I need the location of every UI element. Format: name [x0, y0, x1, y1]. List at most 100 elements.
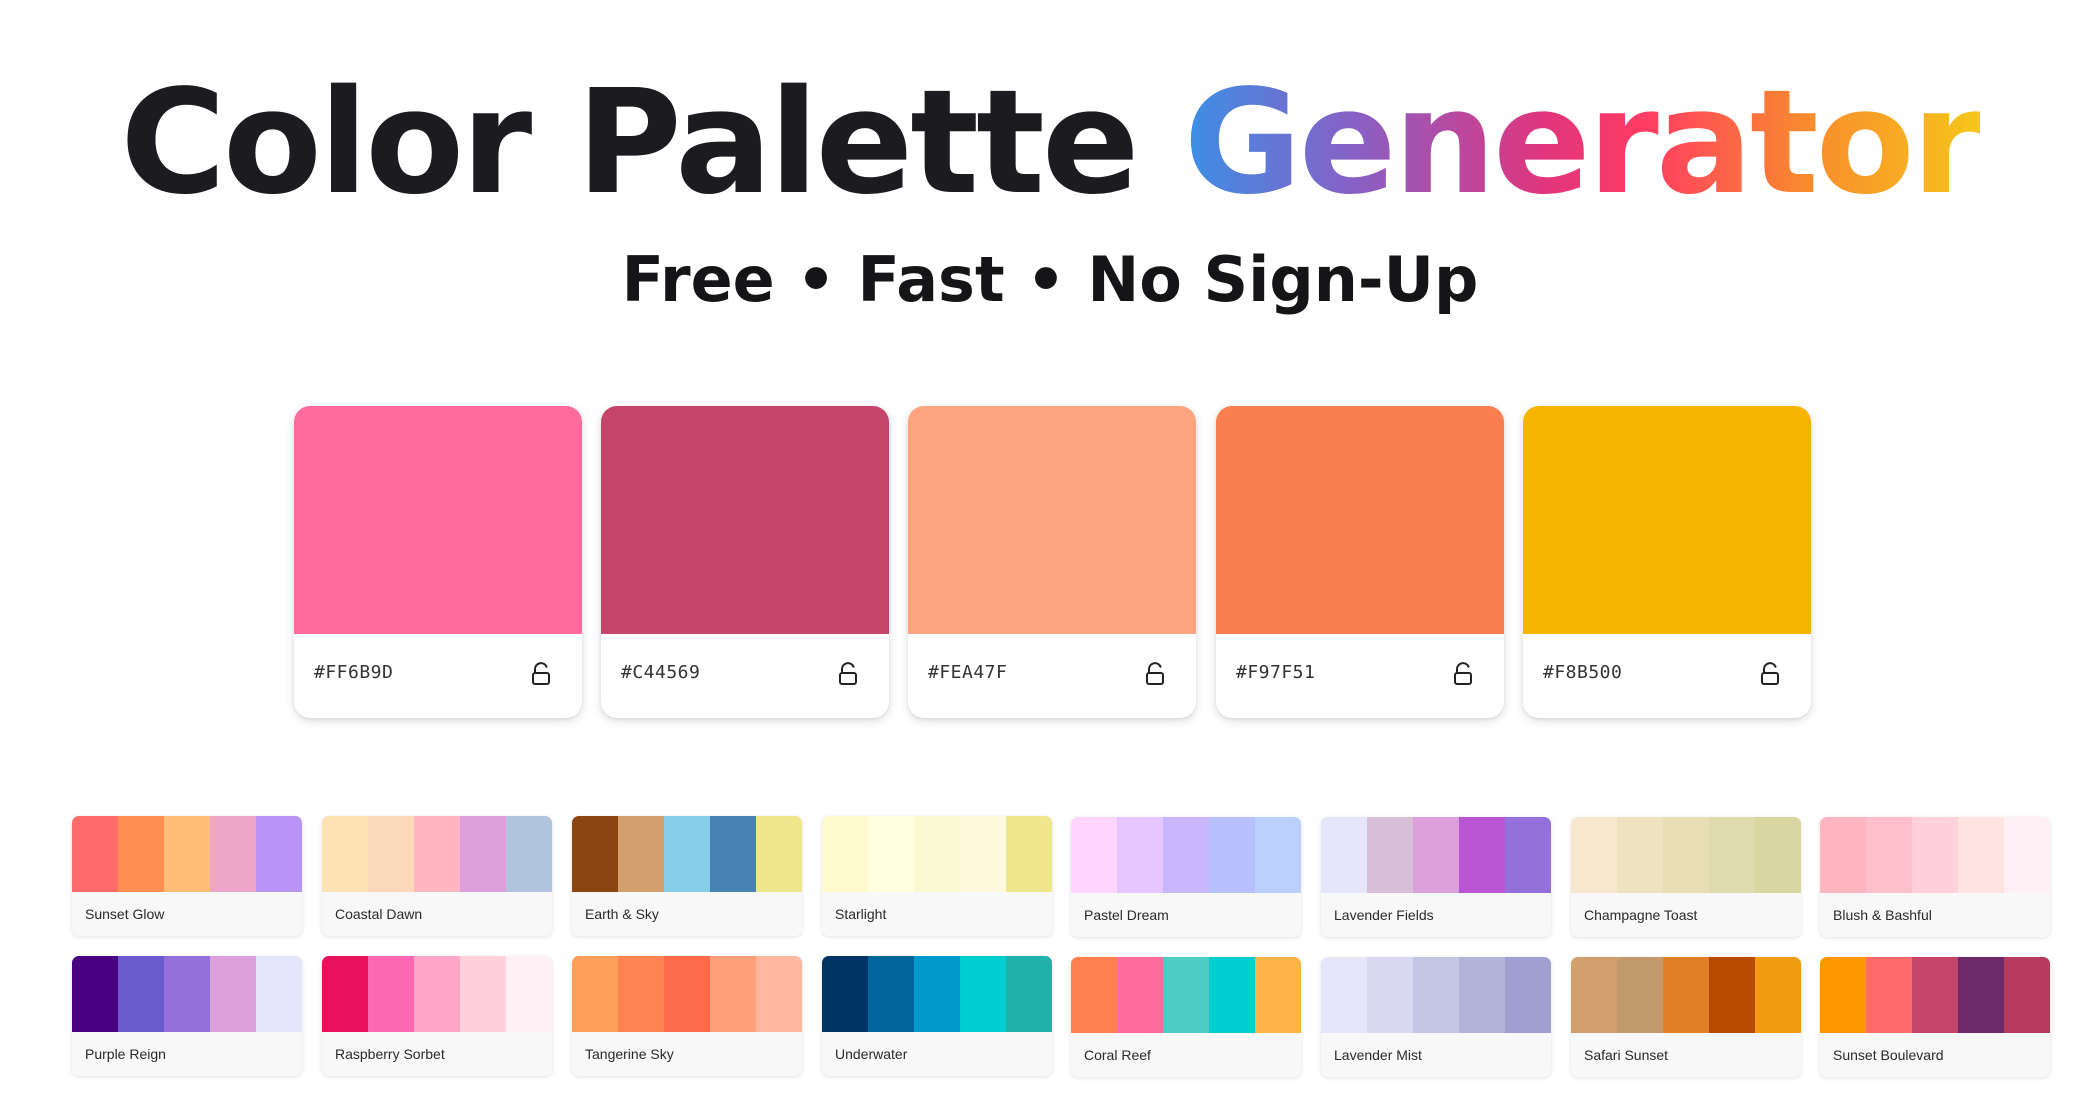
swatch-color[interactable]	[601, 406, 889, 634]
preset-color-chip	[256, 956, 302, 1032]
preset-color-chip	[1866, 817, 1912, 893]
swatch-hex-code[interactable]: #C44569	[621, 662, 700, 683]
unlocked-padlock-icon[interactable]	[837, 662, 859, 686]
preset-card[interactable]: Lavender Fields	[1321, 817, 1551, 937]
preset-color-chip	[1617, 957, 1663, 1033]
preset-card[interactable]: Tangerine Sky	[572, 956, 802, 1076]
preset-color-strip	[1321, 817, 1551, 893]
preset-color-chip	[118, 956, 164, 1032]
preset-color-strip	[1071, 957, 1301, 1033]
preset-name: Lavender Fields	[1334, 907, 1434, 923]
unlocked-padlock-icon[interactable]	[530, 662, 552, 686]
preset-card[interactable]: Earth & Sky	[572, 816, 802, 936]
preset-color-chip	[414, 956, 460, 1032]
preset-card[interactable]: Coastal Dawn	[322, 816, 552, 936]
preset-color-chip	[1255, 817, 1301, 893]
preset-color-chip	[506, 956, 552, 1032]
preset-color-strip	[72, 816, 302, 892]
preset-color-chip	[1571, 817, 1617, 893]
preset-color-chip	[1709, 957, 1755, 1033]
swatch-card: #FEA47F	[908, 406, 1196, 718]
preset-card[interactable]: Champagne Toast	[1571, 817, 1801, 937]
swatch-card: #F97F51	[1216, 406, 1504, 718]
preset-color-chip	[1163, 957, 1209, 1033]
preset-name: Pastel Dream	[1084, 907, 1169, 923]
preset-color-chip	[822, 956, 868, 1032]
preset-color-chip	[1820, 957, 1866, 1033]
preset-color-chip	[210, 956, 256, 1032]
preset-color-chip	[414, 816, 460, 892]
preset-color-chip	[710, 816, 756, 892]
swatch-footer: #C44569	[601, 634, 889, 718]
preset-color-chip	[572, 816, 618, 892]
swatch-hex-code[interactable]: #FF6B9D	[314, 662, 393, 683]
preset-color-chip	[1071, 957, 1117, 1033]
preset-name: Tangerine Sky	[585, 1046, 674, 1062]
preset-color-chip	[1321, 957, 1367, 1033]
swatch-footer: #F97F51	[1216, 634, 1504, 718]
swatch-color[interactable]	[908, 406, 1196, 634]
swatch-footer: #FF6B9D	[294, 634, 582, 718]
preset-name: Blush & Bashful	[1833, 907, 1932, 923]
preset-color-chip	[1912, 957, 1958, 1033]
preset-color-chip	[368, 816, 414, 892]
preset-name: Coral Reef	[1084, 1047, 1151, 1063]
swatch-color[interactable]	[1523, 406, 1811, 634]
preset-card[interactable]: Safari Sunset	[1571, 957, 1801, 1077]
preset-color-chip	[1255, 957, 1301, 1033]
swatch-card: #FF6B9D	[294, 406, 582, 718]
preset-card[interactable]: Sunset Boulevard	[1820, 957, 2050, 1077]
swatch-footer: #FEA47F	[908, 634, 1196, 718]
title-gradient-word: Generator	[1183, 58, 1983, 226]
preset-color-chip	[1117, 817, 1163, 893]
preset-color-chip	[1820, 817, 1866, 893]
preset-palettes-grid: Sunset Glow Coastal Dawn Earth & Sky Sta…	[72, 816, 2050, 1080]
swatch-color[interactable]	[294, 406, 582, 634]
preset-color-chip	[506, 816, 552, 892]
swatch-hex-code[interactable]: #F97F51	[1236, 662, 1315, 683]
preset-card[interactable]: Lavender Mist	[1321, 957, 1551, 1077]
preset-color-chip	[1505, 957, 1551, 1033]
swatch-hex-code[interactable]: #F8B500	[1543, 662, 1622, 683]
preset-color-chip	[256, 816, 302, 892]
preset-color-chip	[118, 816, 164, 892]
preset-card[interactable]: Coral Reef	[1071, 957, 1301, 1077]
swatch-color[interactable]	[1216, 406, 1504, 634]
preset-color-chip	[1663, 817, 1709, 893]
preset-card[interactable]: Underwater	[822, 956, 1052, 1076]
preset-color-strip	[1820, 957, 2050, 1033]
unlocked-padlock-icon[interactable]	[1759, 662, 1781, 686]
preset-card[interactable]: Starlight	[822, 816, 1052, 936]
current-palette: #FF6B9D #C44569 #FEA47F #F97F51 #F8B500	[294, 406, 1814, 720]
page-title: Color Palette Generator	[0, 62, 2100, 222]
unlocked-padlock-icon[interactable]	[1452, 662, 1474, 686]
preset-color-chip	[1958, 817, 2004, 893]
swatch-card: #C44569	[601, 406, 889, 718]
preset-color-chip	[960, 816, 1006, 892]
preset-card[interactable]: Raspberry Sorbet	[322, 956, 552, 1076]
unlocked-padlock-icon[interactable]	[1144, 662, 1166, 686]
preset-color-chip	[756, 816, 802, 892]
preset-color-chip	[322, 816, 368, 892]
preset-card[interactable]: Sunset Glow	[72, 816, 302, 936]
swatch-card: #F8B500	[1523, 406, 1811, 718]
preset-color-chip	[1006, 956, 1052, 1032]
preset-color-chip	[1413, 957, 1459, 1033]
preset-color-chip	[664, 956, 710, 1032]
preset-card[interactable]: Blush & Bashful	[1820, 817, 2050, 937]
preset-card[interactable]: Pastel Dream	[1071, 817, 1301, 937]
preset-name: Raspberry Sorbet	[335, 1046, 445, 1062]
preset-color-strip	[322, 956, 552, 1032]
preset-color-chip	[72, 956, 118, 1032]
preset-color-chip	[72, 816, 118, 892]
preset-color-chip	[1209, 957, 1255, 1033]
swatch-hex-code[interactable]: #FEA47F	[928, 662, 1007, 683]
page-subtitle: Free • Fast • No Sign-Up	[621, 243, 1479, 316]
preset-color-strip	[1571, 957, 1801, 1033]
preset-color-chip	[1958, 957, 2004, 1033]
preset-color-chip	[1505, 817, 1551, 893]
preset-color-chip	[868, 956, 914, 1032]
preset-card[interactable]: Purple Reign	[72, 956, 302, 1076]
preset-color-chip	[210, 816, 256, 892]
preset-name: Safari Sunset	[1584, 1047, 1669, 1063]
